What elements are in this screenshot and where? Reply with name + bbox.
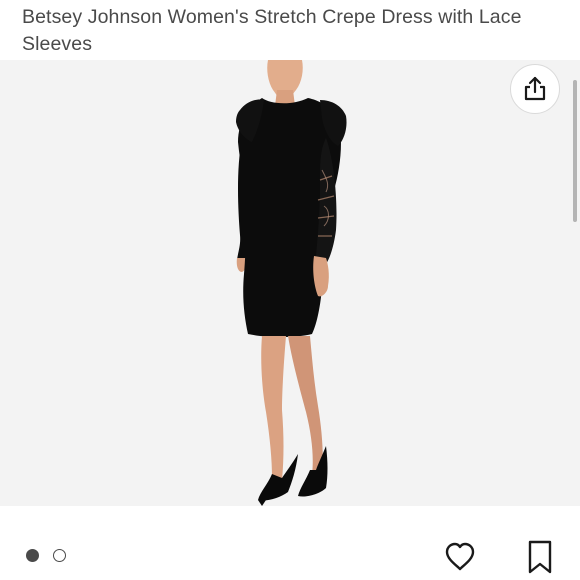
title-bar: Betsey Johnson Women's Stretch Crepe Dre… — [0, 0, 580, 60]
bottom-bar — [0, 506, 580, 580]
pagination-dot-1[interactable] — [26, 549, 39, 562]
heart-icon — [444, 542, 476, 572]
bookmark-icon — [527, 540, 553, 574]
product-title: Betsey Johnson Women's Stretch Crepe Dre… — [22, 6, 522, 55]
bookmark-button[interactable] — [520, 538, 560, 576]
gallery-scrollbar[interactable] — [573, 80, 577, 222]
product-photo — [236, 60, 347, 506]
share-icon — [522, 76, 548, 102]
image-pagination — [26, 549, 66, 562]
share-button[interactable] — [510, 64, 560, 114]
product-image-gallery[interactable] — [0, 60, 580, 506]
like-button[interactable] — [440, 539, 480, 575]
pagination-dot-2[interactable] — [53, 549, 66, 562]
